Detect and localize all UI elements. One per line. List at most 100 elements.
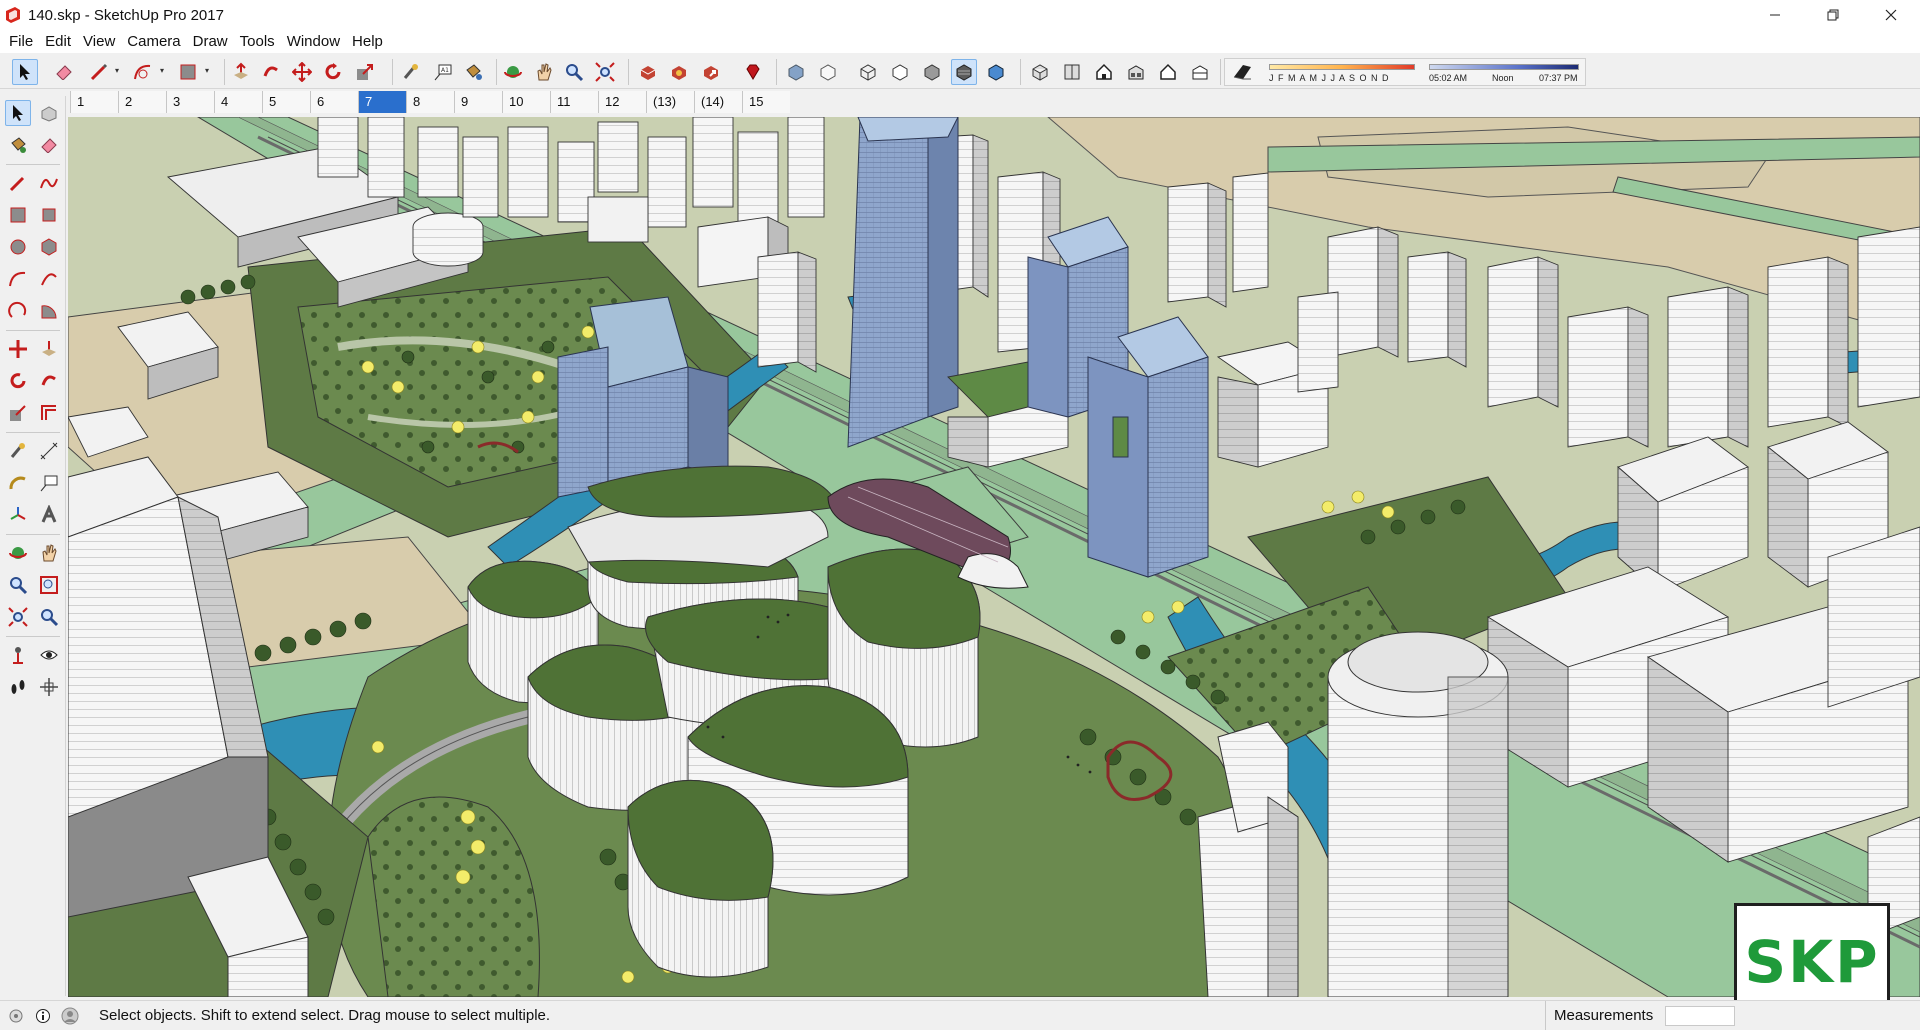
pan-tool-button[interactable] <box>531 59 557 85</box>
orbit-button[interactable] <box>5 540 31 566</box>
follow-me-button[interactable] <box>36 368 62 394</box>
view-right-button[interactable] <box>1123 59 1149 85</box>
push-pull-button[interactable] <box>228 59 254 85</box>
menu-window[interactable]: Window <box>281 30 346 53</box>
push-pull-button[interactable] <box>36 336 62 362</box>
pan-button[interactable] <box>36 540 62 566</box>
extension-warehouse-button[interactable] <box>666 59 692 85</box>
model-viewport[interactable] <box>68 117 1920 997</box>
3d-text-button[interactable] <box>36 502 62 528</box>
scene-tab[interactable]: 6 <box>310 91 358 113</box>
menu-camera[interactable]: Camera <box>121 30 186 53</box>
protractor-button[interactable] <box>5 470 31 496</box>
menu-edit[interactable]: Edit <box>39 30 77 53</box>
geo-location-icon[interactable] <box>5 1005 27 1027</box>
scene-tab[interactable]: 15 <box>742 91 790 113</box>
scene-tab[interactable]: 3 <box>166 91 214 113</box>
walk-button[interactable] <box>5 674 31 700</box>
zoom-extents-button[interactable] <box>592 59 618 85</box>
polygon-button[interactable] <box>36 234 62 260</box>
menu-file[interactable]: File <box>3 30 39 53</box>
menu-tools[interactable]: Tools <box>234 30 281 53</box>
monochrome-button[interactable] <box>983 59 1009 85</box>
minimize-button[interactable] <box>1746 0 1804 30</box>
eraser-button[interactable] <box>36 132 62 158</box>
wireframe-button[interactable] <box>855 59 881 85</box>
shadow-toggle-icon[interactable] <box>1231 61 1255 83</box>
view-top-button[interactable] <box>1059 59 1085 85</box>
shape-dropdown-icon[interactable]: ▾ <box>205 66 209 75</box>
xray-button[interactable] <box>783 59 809 85</box>
view-iso-button[interactable] <box>1027 59 1053 85</box>
share-model-button[interactable] <box>698 59 724 85</box>
tape-measure-button[interactable] <box>5 438 31 464</box>
text-button[interactable] <box>36 470 62 496</box>
zoom-tool-button[interactable] <box>561 59 587 85</box>
scene-tab[interactable]: 10 <box>502 91 550 113</box>
menu-view[interactable]: View <box>77 30 121 53</box>
follow-me-button[interactable] <box>258 59 284 85</box>
shaded-button[interactable] <box>919 59 945 85</box>
dimensions-button[interactable] <box>36 438 62 464</box>
restore-button[interactable] <box>1804 0 1862 30</box>
scene-tab[interactable]: (14) <box>694 91 742 113</box>
rotate-tool-button[interactable] <box>320 59 346 85</box>
credits-info-icon[interactable] <box>32 1005 54 1027</box>
arc-tool-button[interactable] <box>130 59 156 85</box>
pie-button[interactable] <box>36 298 62 324</box>
arc-button[interactable] <box>5 266 31 292</box>
close-button[interactable] <box>1862 0 1920 30</box>
warehouse-button[interactable] <box>635 59 661 85</box>
paint-bucket-button[interactable] <box>460 59 486 85</box>
freehand-button[interactable] <box>36 170 62 196</box>
paint-button[interactable] <box>5 132 31 158</box>
line-tool-button[interactable] <box>86 59 112 85</box>
rotated-rectangle-button[interactable] <box>36 202 62 228</box>
look-around-button[interactable] <box>36 642 62 668</box>
zoom-window-button[interactable] <box>36 572 62 598</box>
zoom-button[interactable] <box>5 572 31 598</box>
view-back-button[interactable] <box>1155 59 1181 85</box>
back-edges-button[interactable] <box>815 59 841 85</box>
scene-tab[interactable]: 2 <box>118 91 166 113</box>
scene-tab[interactable]: 5 <box>262 91 310 113</box>
month-slider[interactable] <box>1269 64 1415 70</box>
select-tool-button[interactable] <box>12 59 38 85</box>
measurements-input[interactable] <box>1665 1006 1735 1026</box>
three-point-arc-button[interactable] <box>5 298 31 324</box>
axes-button[interactable] <box>5 502 31 528</box>
scene-tab[interactable]: 1 <box>70 91 118 113</box>
eraser-tool-button[interactable] <box>51 59 77 85</box>
user-account-icon[interactable] <box>59 1005 81 1027</box>
zoom-extents-button[interactable] <box>5 604 31 630</box>
orbit-tool-button[interactable] <box>500 59 526 85</box>
scene-tab[interactable]: (13) <box>646 91 694 113</box>
menu-help[interactable]: Help <box>346 30 389 53</box>
scene-tab[interactable]: 8 <box>406 91 454 113</box>
scale-tool-button[interactable] <box>352 59 378 85</box>
select-button[interactable] <box>5 100 31 126</box>
arc-dropdown-icon[interactable]: ▾ <box>160 66 164 75</box>
move-tool-button[interactable] <box>289 59 315 85</box>
scene-tab[interactable]: 4 <box>214 91 262 113</box>
section-plane-button[interactable] <box>36 674 62 700</box>
move-button[interactable] <box>5 336 31 362</box>
line-button[interactable] <box>5 170 31 196</box>
rectangle-button[interactable] <box>5 202 31 228</box>
two-point-arc-button[interactable] <box>36 266 62 292</box>
extension-manager-button[interactable] <box>740 59 766 85</box>
text-tool-button[interactable]: A1 <box>430 59 456 85</box>
circle-button[interactable] <box>5 234 31 260</box>
view-front-button[interactable] <box>1091 59 1117 85</box>
menu-draw[interactable]: Draw <box>187 30 234 53</box>
tape-measure-button[interactable] <box>398 59 424 85</box>
rotate-button[interactable] <box>5 368 31 394</box>
shaded-textures-button[interactable] <box>951 59 977 85</box>
line-dropdown-icon[interactable]: ▾ <box>115 66 119 75</box>
hidden-line-button[interactable] <box>887 59 913 85</box>
scene-tab[interactable]: 11 <box>550 91 598 113</box>
view-left-button[interactable] <box>1187 59 1213 85</box>
offset-button[interactable] <box>36 400 62 426</box>
previous-view-button[interactable] <box>36 604 62 630</box>
time-slider[interactable] <box>1429 64 1579 70</box>
